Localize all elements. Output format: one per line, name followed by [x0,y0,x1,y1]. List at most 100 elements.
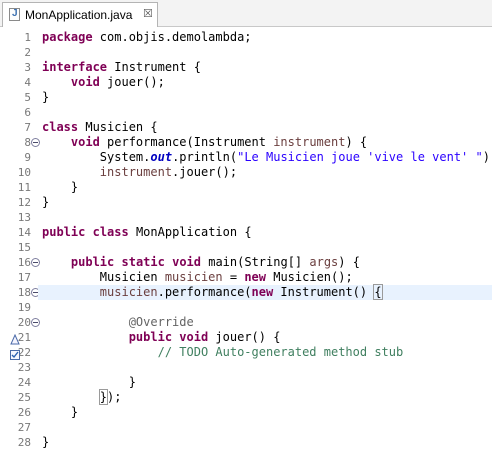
code-token: Musicien { [78,120,158,134]
code-token: public [70,255,115,269]
code-token: Musicien [42,270,165,284]
code-line[interactable]: System.out.println("Le Musicien joue 'vi… [42,150,492,165]
code-token: .jouer(); [172,165,238,179]
code-token: { [373,284,383,300]
code-token: com.objis.demolambda; [92,30,252,44]
code-line[interactable]: class Musicien { [42,120,158,135]
line-number: 18 [17,286,31,299]
code-line[interactable]: } [42,90,49,105]
code-token: } [42,405,79,419]
line-number: 20 [17,316,31,329]
code-token: "Le Musicien joue 'vive le vent' " [237,150,483,164]
line-number: 8 [24,136,31,149]
task-marker-icon[interactable] [10,346,20,360]
code-token: main(String[] [201,255,310,269]
code-line[interactable]: } [42,405,78,420]
code-line[interactable]: musicien.performance(new Instrument() { [42,284,383,300]
code-line[interactable]: package com.objis.demolambda; [42,30,252,45]
code-token: musicien [99,285,158,299]
code-line[interactable]: public class MonApplication { [42,225,252,240]
code-token: out [150,150,173,164]
line-number: 27 [17,421,31,434]
line-number: 7 [24,121,31,134]
code-token: void [70,135,100,149]
code-token: = [222,270,245,284]
code-token: static [121,255,165,269]
line-number: 6 [24,106,31,119]
code-token: } [42,375,136,389]
code-token: musicien [164,270,223,284]
code-token: .println( [172,150,238,164]
line-number: 3 [24,61,31,74]
code-token: } [42,180,79,194]
line-number: 15 [17,241,31,254]
code-token: void [70,75,100,89]
tab-title: MonApplication.java [25,8,133,22]
code-editor[interactable]: package com.objis.demolambda; interface I… [38,27,492,453]
line-number: 11 [17,181,31,194]
code-token: Musicien(); [266,270,353,284]
line-number: 26 [17,406,31,419]
line-number: 12 [17,196,31,209]
code-line[interactable]: void jouer(); [42,75,165,90]
line-number: 9 [24,151,31,164]
code-line[interactable]: instrument.jouer(); [42,165,237,180]
code-line[interactable]: @Override [42,315,194,330]
code-token: args [309,255,339,269]
code-token: class [42,120,79,134]
line-number-gutter[interactable]: 1 2 3 4 5 6 7 8 9 10 11 12 13 14 15 16 17 18 19 20 21 22 23 24 2… [4,27,40,453]
code-token: } [98,389,109,405]
code-token: // TODO Auto-generated method stub [157,345,404,359]
editor-tab-bar: J MonApplication.java ☒ [0,0,492,27]
code-line[interactable]: // TODO Auto-generated method stub [42,345,404,360]
text-caret [381,285,383,299]
code-token: .performance( [157,285,252,299]
tab-monapplication[interactable]: J MonApplication.java ☒ [2,2,158,27]
code-token: } [42,90,50,104]
line-number: 1 [24,31,31,44]
code-token: instrument [273,135,346,149]
code-token: } [42,435,50,449]
code-line[interactable]: interface Instrument { [42,60,201,75]
code-token: @Override [128,315,194,329]
line-number: 24 [17,376,31,389]
code-line[interactable]: Musicien musicien = new Musicien(); [42,270,353,285]
line-number: 5 [24,91,31,104]
code-line[interactable]: }); [42,389,121,405]
code-token: interface [42,60,108,74]
line-number: 14 [17,226,31,239]
code-line[interactable]: public static void main(String[] args) { [42,255,360,270]
code-line[interactable]: } [42,180,78,195]
code-token: jouer() { [208,330,281,344]
override-marker-icon[interactable] [10,331,20,345]
code-token: new [251,285,274,299]
line-number: 2 [24,46,31,59]
java-file-icon: J [9,8,20,21]
code-line[interactable]: public void jouer() { [42,330,281,345]
code-token: void [179,330,209,344]
line-number: 13 [17,211,31,224]
line-number: 23 [17,361,31,374]
code-token: package [42,30,93,44]
code-token: void [172,255,201,269]
code-token: System. [42,150,151,164]
code-line[interactable]: } [42,195,49,210]
code-line[interactable]: } [42,375,136,390]
close-icon[interactable]: ☒ [143,7,153,20]
line-number: 28 [17,436,31,449]
line-number: 25 [17,391,31,404]
line-number: 4 [24,76,31,89]
code-token: ); [482,150,492,164]
code-token: Instrument { [107,60,201,74]
code-line[interactable]: } [42,435,49,450]
code-line[interactable]: void performance(Instrument instrument) … [42,135,367,150]
